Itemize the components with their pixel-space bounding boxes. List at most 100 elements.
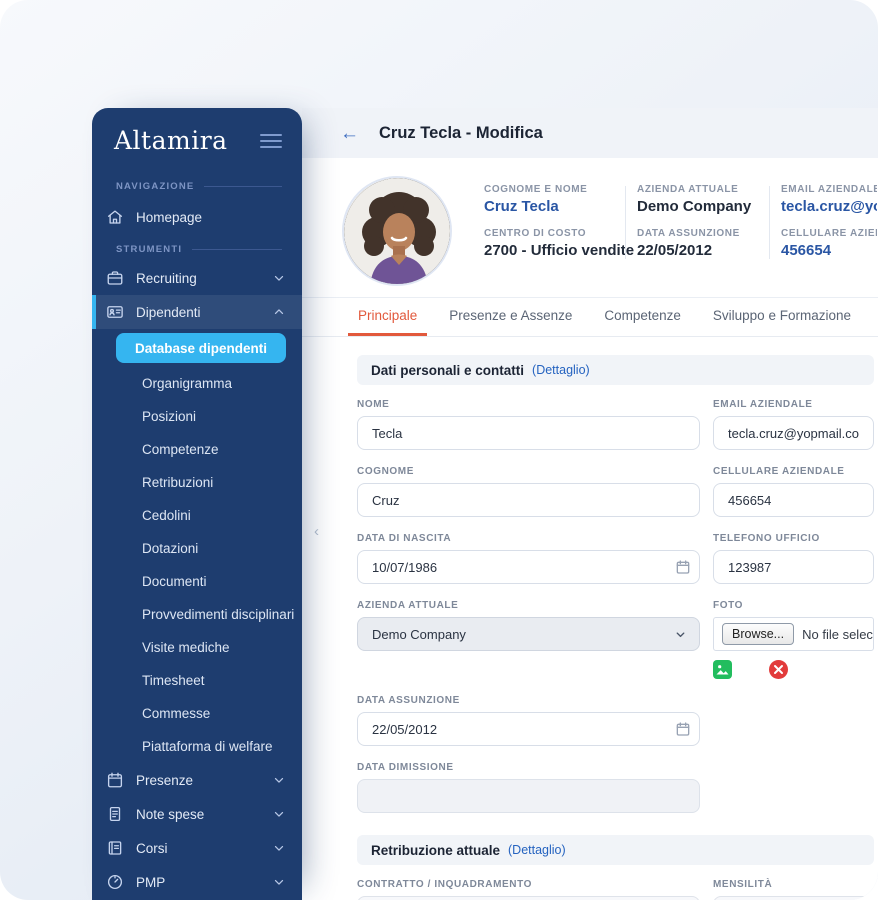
sidebar-item-provvedimenti[interactable]: Provvedimenti disciplinari [92, 598, 302, 631]
section-strumenti: STRUMENTI [92, 244, 302, 255]
field-data-nascita: DATA DI NASCITA [357, 533, 700, 584]
altamira-logo: Altamira [114, 126, 228, 155]
field-contratto: CONTRATTO / INQUADRAMENTO Dipendente/Com… [357, 879, 700, 900]
telefono-ufficio-input[interactable] [713, 550, 874, 584]
chevron-up-icon [272, 305, 286, 319]
hamburger-menu-icon[interactable] [260, 130, 282, 152]
sidebar-item-corsi[interactable]: Corsi [92, 831, 302, 865]
avatar [342, 176, 452, 286]
book-icon [106, 839, 124, 857]
tab-principale[interactable]: Principale [348, 298, 427, 336]
sidebar-item-competenze[interactable]: Competenze [92, 433, 302, 466]
field-azienda-attuale: AZIENDA ATTUALE Demo Company [357, 600, 700, 679]
sidebar-item-commesse[interactable]: Commesse [92, 697, 302, 730]
azienda-attuale-select[interactable]: Demo Company [357, 617, 700, 651]
page-header: ← Cruz Tecla - Modifica [302, 108, 878, 158]
employee-email-link[interactable]: tecla.cruz@yopmail.com [781, 198, 877, 215]
data-dimissione-input [357, 779, 700, 813]
employee-phone-link[interactable]: 456654 [781, 242, 877, 259]
spacer [713, 695, 874, 762]
chevron-down-icon [272, 773, 286, 787]
spacer [713, 762, 874, 829]
sidebar-item-visite-mediche[interactable]: Visite mediche [92, 631, 302, 664]
contratto-link[interactable]: Dipendente/Commercio/Secondo livello [357, 896, 700, 900]
field-mensilita: MENSILITÀ 12,00 [713, 879, 874, 900]
tab-competenze[interactable]: Competenze [594, 298, 691, 336]
main-content: ‹ [302, 158, 878, 900]
delete-photo-icon[interactable] [769, 660, 788, 679]
field-data-dimissione: DATA DIMISSIONE [357, 762, 700, 813]
tab-presenze-assenze[interactable]: Presenze e Assenze [439, 298, 582, 336]
profile-field-azienda: AZIENDA ATTUALE Demo Company [637, 184, 769, 215]
chevron-down-icon [272, 807, 286, 821]
chevron-down-icon [272, 841, 286, 855]
dettaglio-link[interactable]: (Dettaglio) [532, 363, 590, 377]
sidebar-item-posizioni[interactable]: Posizioni [92, 400, 302, 433]
field-telefono-ufficio: TELEFONO UFFICIO [713, 533, 874, 584]
field-cognome: COGNOME [357, 466, 700, 517]
calendar-icon [106, 771, 124, 789]
home-icon [106, 208, 124, 226]
sidebar-item-recruiting[interactable]: Recruiting [92, 261, 302, 295]
sidebar: Altamira NAVIGAZIONE Homepage STRUMENTI … [92, 108, 302, 900]
field-foto: FOTO Browse... No file selected. [713, 600, 874, 679]
sidebar-collapse-icon[interactable]: ‹ [314, 523, 319, 540]
sidebar-item-retribuzioni[interactable]: Retribuzioni [92, 466, 302, 499]
sidebar-item-timesheet[interactable]: Timesheet [92, 664, 302, 697]
sidebar-item-welfare[interactable]: Piattaforma di welfare [92, 730, 302, 763]
employee-name-link[interactable]: Cruz Tecla [484, 198, 625, 215]
field-email-aziendale: EMAIL AZIENDALE [713, 399, 874, 450]
sidebar-item-organigramma[interactable]: Organigramma [92, 367, 302, 400]
chevron-down-icon [272, 875, 286, 889]
calendar-icon[interactable] [675, 721, 691, 737]
tab-note-spese-veicoli[interactable]: Note spese e veicoli [873, 298, 878, 336]
profile-field-email: EMAIL AZIENDALE tecla.cruz@yopmail.com [781, 184, 877, 215]
sidebar-item-homepage[interactable]: Homepage [92, 200, 302, 234]
profile-field-assunzione: DATA ASSUNZIONE 22/05/2012 [637, 228, 769, 259]
chevron-down-icon [272, 271, 286, 285]
tab-sviluppo-formazione[interactable]: Sviluppo e Formazione [703, 298, 861, 336]
data-nascita-input[interactable] [357, 550, 700, 584]
email-aziendale-input[interactable] [713, 416, 874, 450]
field-nome: NOME [357, 399, 700, 450]
page-title: Cruz Tecla - Modifica [379, 124, 543, 143]
sidebar-item-pmp[interactable]: PMP [92, 865, 302, 899]
id-card-icon [106, 303, 124, 321]
tab-bar: Principale Presenze e Assenze Competenze… [302, 297, 878, 337]
sidebar-item-dotazioni[interactable]: Dotazioni [92, 532, 302, 565]
mensilita-value: 12,00 [713, 896, 874, 900]
sidebar-item-note-spese[interactable]: Note spese [92, 797, 302, 831]
image-file-icon[interactable] [713, 660, 732, 679]
profile-field-nome: COGNOME E NOME Cruz Tecla [484, 184, 625, 215]
nome-input[interactable] [357, 416, 700, 450]
sidebar-item-presenze[interactable]: Presenze [92, 763, 302, 797]
sidebar-item-database-dipendenti[interactable]: Database dipendenti [116, 333, 286, 363]
app-window: Altamira NAVIGAZIONE Homepage STRUMENTI … [0, 0, 878, 900]
section-dati-personali: Dati personali e contatti (Dettaglio) [357, 355, 874, 385]
browse-button[interactable]: Browse... [722, 623, 794, 645]
foto-file-input[interactable]: Browse... No file selected. [713, 617, 874, 651]
dettaglio-link[interactable]: (Dettaglio) [508, 843, 566, 857]
gauge-icon [106, 873, 124, 891]
profile-field-centro-costo: CENTRO DI COSTO 2700 - Ufficio vendite [484, 228, 625, 259]
calendar-icon[interactable] [675, 559, 691, 575]
sidebar-item-dipendenti[interactable]: Dipendenti [92, 295, 302, 329]
briefcase-icon [106, 269, 124, 287]
back-button[interactable]: ← [340, 124, 359, 143]
receipt-icon [106, 805, 124, 823]
data-assunzione-input[interactable] [357, 712, 700, 746]
cellulare-input[interactable] [713, 483, 874, 517]
employee-profile-header: COGNOME E NOME Cruz Tecla CENTRO DI COST… [302, 158, 878, 297]
field-cellulare-aziendale: CELLULARE AZIENDALE [713, 466, 874, 517]
section-retribuzione: Retribuzione attuale (Dettaglio) [357, 835, 874, 865]
cognome-input[interactable] [357, 483, 700, 517]
file-status-text: No file selected. [802, 627, 874, 642]
section-navigazione: NAVIGAZIONE [92, 181, 302, 192]
employee-form: Dati personali e contatti (Dettaglio) NO… [302, 337, 878, 900]
sidebar-item-documenti[interactable]: Documenti [92, 565, 302, 598]
chevron-down-icon [674, 628, 687, 641]
sidebar-item-cedolini[interactable]: Cedolini [92, 499, 302, 532]
divider [769, 186, 770, 259]
divider [625, 186, 626, 259]
profile-field-cellulare: CELLULARE AZIENDALE 456654 [781, 228, 877, 259]
